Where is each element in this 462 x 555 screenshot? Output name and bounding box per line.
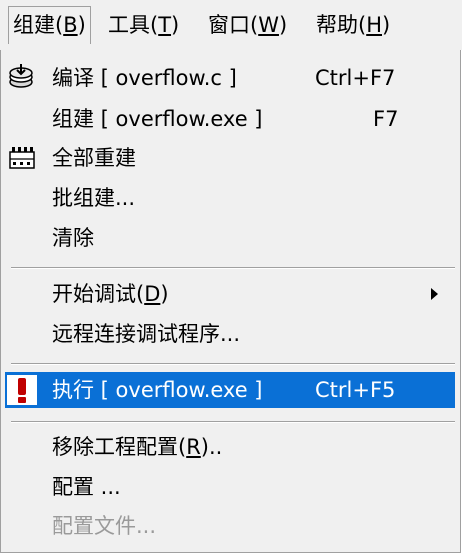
menu-item-execute-label: 执行 [ overflow.exe ] <box>52 378 263 402</box>
menu-build-key: B <box>63 13 78 37</box>
menu-tools-suffix: ) <box>171 13 180 37</box>
menu-item-build-shortcut: F7 <box>373 107 399 131</box>
remove-config-key: R <box>186 435 201 459</box>
menu-item-execute-shortcut: Ctrl+F5 <box>315 378 396 402</box>
menu-item-remote-debug-label: 远程连接调试程序... <box>52 322 241 346</box>
menu-item-execute[interactable]: 执行 [ overflow.exe ] Ctrl+F5 <box>5 372 455 408</box>
menu-item-remote-debug[interactable]: 远程连接调试程序... <box>5 316 455 352</box>
compile-icon <box>9 64 33 88</box>
menu-build-label: 组建( <box>13 13 64 37</box>
menu-item-config-file-label: 配置文件... <box>52 514 157 538</box>
menu-separator <box>11 421 455 423</box>
remove-config-suffix: ).. <box>200 435 223 459</box>
menu-item-remove-config[interactable]: 移除工程配置(R).. <box>5 429 455 465</box>
exclamation-icon <box>7 375 37 405</box>
menu-separator <box>11 363 455 365</box>
start-debug-suffix: ) <box>160 282 169 306</box>
menu-help-key: H <box>366 13 382 37</box>
menu-item-remove-config-label: 移除工程配置(R).. <box>52 429 222 465</box>
start-debug-key: D <box>144 282 161 306</box>
start-debug-prefix: 开始调试( <box>52 282 145 306</box>
menu-tools-label: 工具( <box>108 13 159 37</box>
build-dropdown-menu: 编译 [ overflow.c ] Ctrl+F7 组建 [ overflow.… <box>0 50 461 553</box>
menu-tools[interactable]: 工具(T) <box>104 6 183 44</box>
menu-item-rebuild-all-label: 全部重建 <box>52 146 136 170</box>
menu-item-clean[interactable]: 清除 <box>5 220 455 256</box>
menu-item-build[interactable]: 组建 [ overflow.exe ] F7 <box>5 101 455 137</box>
menu-item-rebuild-all[interactable]: 全部重建 <box>5 140 455 176</box>
menu-bar: 组建(B) 工具(T) 窗口(W) 帮助(H) <box>0 0 462 50</box>
menu-window-key: W <box>258 13 279 37</box>
menu-item-compile-shortcut: Ctrl+F7 <box>315 66 396 90</box>
menu-separator <box>11 267 455 269</box>
menu-tools-key: T <box>158 13 172 37</box>
remove-config-prefix: 移除工程配置( <box>52 435 187 459</box>
menu-item-batch-build[interactable]: 批组建... <box>5 180 455 216</box>
menu-help-label: 帮助( <box>316 13 367 37</box>
menu-item-configure[interactable]: 配置 ... <box>5 469 455 505</box>
menu-item-start-debug[interactable]: 开始调试(D) <box>5 276 455 312</box>
menu-help[interactable]: 帮助(H) <box>312 6 394 44</box>
menu-item-build-label: 组建 [ overflow.exe ] <box>52 107 263 131</box>
rebuild-all-icon <box>9 147 35 169</box>
menu-item-configure-label: 配置 ... <box>52 475 121 499</box>
menu-build[interactable]: 组建(B) <box>8 6 91 44</box>
menu-build-suffix: ) <box>77 13 86 37</box>
menu-item-compile[interactable]: 编译 [ overflow.c ] Ctrl+F7 <box>5 60 455 96</box>
submenu-arrow-icon <box>431 288 438 300</box>
menu-window-suffix: ) <box>278 13 288 37</box>
menu-item-compile-label: 编译 [ overflow.c ] <box>52 66 237 90</box>
menu-item-batch-build-label: 批组建... <box>52 186 136 210</box>
menu-window-label: 窗口( <box>208 13 259 37</box>
menu-item-config-file: 配置文件... <box>5 508 455 544</box>
menu-window[interactable]: 窗口(W) <box>204 6 291 44</box>
menu-help-suffix: ) <box>382 13 391 37</box>
menu-item-start-debug-label: 开始调试(D) <box>52 276 169 312</box>
menu-item-clean-label: 清除 <box>52 226 94 250</box>
